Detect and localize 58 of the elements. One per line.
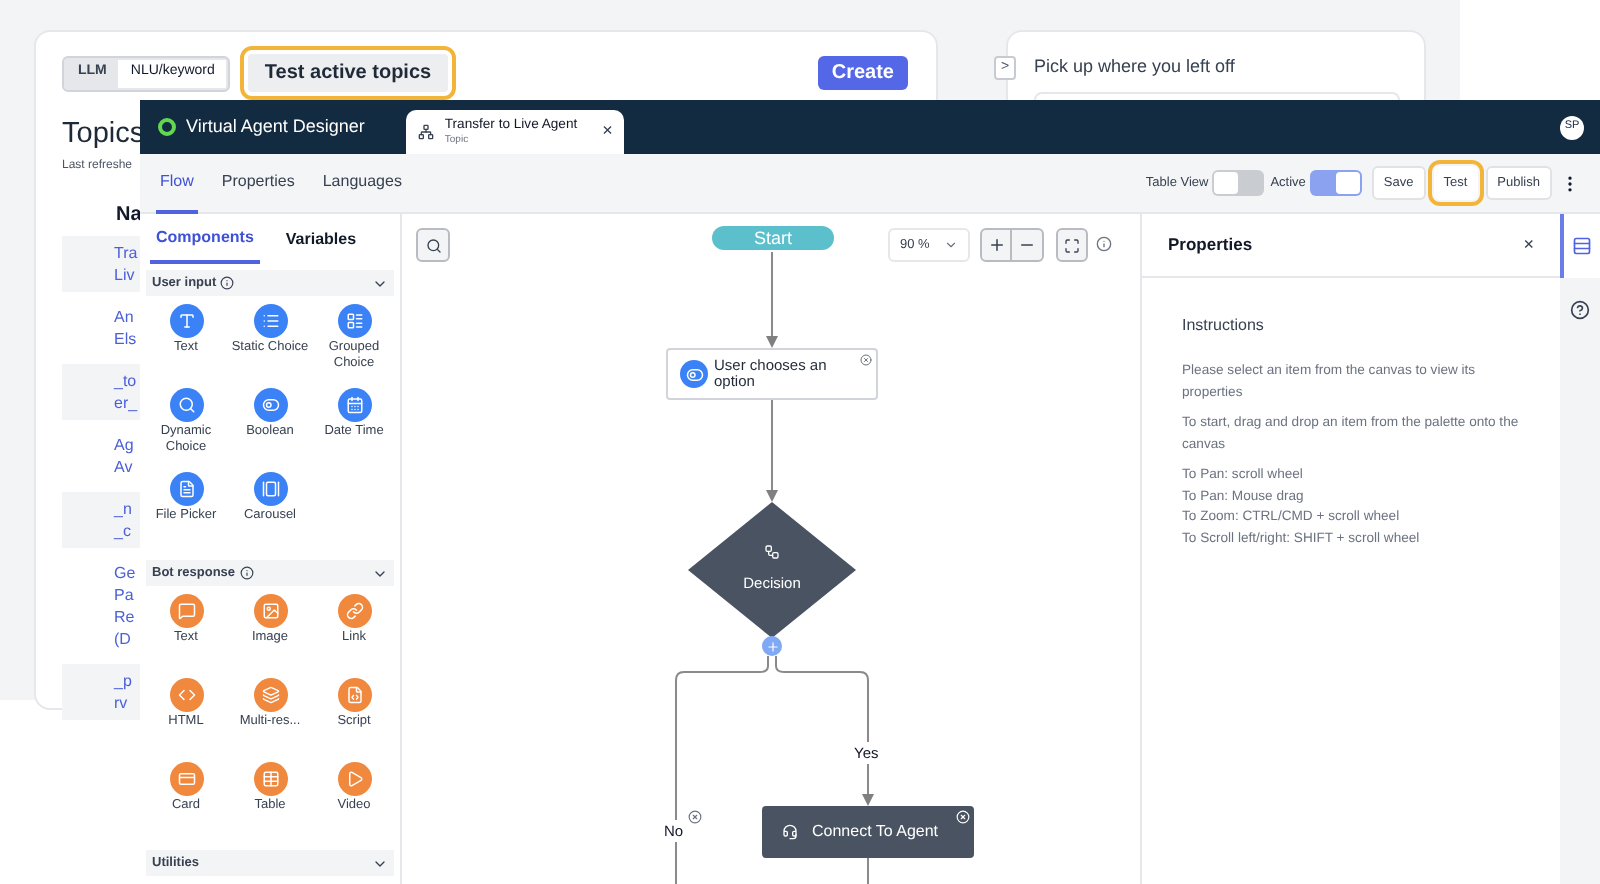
agent-node[interactable]: Connect To Agent: [762, 806, 974, 858]
topic-link[interactable]: Ag: [114, 434, 134, 456]
topic-link[interactable]: (D: [114, 628, 131, 650]
app-title: Virtual Agent Designer: [186, 113, 365, 140]
name-column-header: Na: [116, 202, 144, 230]
topic-link[interactable]: Liv: [114, 264, 135, 286]
close-button[interactable]: ×: [1523, 231, 1534, 259]
rows-icon: [1572, 236, 1592, 256]
agent-icon: [782, 824, 798, 840]
remove-icon[interactable]: [688, 810, 702, 824]
panel-title: Properties: [1168, 232, 1253, 258]
search-icon: [425, 237, 441, 253]
toggle-switch[interactable]: [1309, 170, 1362, 196]
chevron-down-icon: [944, 238, 958, 252]
nav-tab[interactable]: Languages: [318, 153, 406, 213]
topic-link[interactable]: _p: [114, 670, 132, 692]
topic-link[interactable]: Els: [114, 328, 137, 350]
topic-link[interactable]: Ge: [114, 562, 136, 584]
create-button[interactable]: Create: [817, 56, 908, 90]
topic-link[interactable]: Av: [114, 456, 133, 478]
close-tab-button[interactable]: ×: [602, 118, 613, 146]
branch-icon: [764, 544, 780, 561]
plus-icon: [987, 236, 1005, 254]
zoom-in-button[interactable]: [980, 228, 1012, 262]
topic-row[interactable]: Tra Liv: [62, 236, 140, 292]
test-active-topics-button[interactable]: Test active topics: [248, 54, 448, 92]
topic-link[interactable]: _n: [114, 498, 132, 520]
zoom-out-button[interactable]: [1012, 228, 1044, 262]
connector-line: [867, 857, 869, 884]
help-icon: [1570, 300, 1590, 320]
resume-title: Pick up where you left off: [1034, 54, 1237, 80]
topic-link[interactable]: Tra: [114, 242, 138, 264]
topic-row[interactable]: _to er_: [62, 364, 140, 420]
connector-line: [766, 399, 778, 502]
topic-link[interactable]: er_: [114, 392, 138, 414]
nav-tab[interactable]: Properties: [217, 153, 299, 213]
topic-row[interactable]: _n _c: [62, 492, 140, 548]
instructions-heading: Instructions: [1182, 314, 1266, 338]
topic-row[interactable]: _p rv: [62, 664, 140, 720]
topic-link[interactable]: An: [114, 306, 134, 328]
logo-icon: [158, 118, 176, 136]
remove-icon[interactable]: [860, 354, 872, 366]
connector-line: [766, 251, 778, 348]
topic-link[interactable]: Re: [114, 606, 135, 628]
fit-screen-button[interactable]: [1056, 228, 1088, 262]
search-button[interactable]: [416, 228, 450, 262]
panel-tab[interactable]: Components: [150, 214, 260, 264]
topic-icon: [418, 124, 435, 140]
fit-screen-icon: [1064, 237, 1080, 253]
node-label: Connect To Agent: [812, 820, 939, 844]
info-icon[interactable]: [1096, 236, 1112, 252]
panel-tab[interactable]: Variables: [279, 214, 363, 264]
toggle-switch[interactable]: [1212, 170, 1265, 196]
topic-link[interactable]: rv: [114, 692, 128, 714]
topic-link[interactable]: _to: [114, 370, 137, 392]
boolean-icon: [680, 360, 708, 388]
topic-link[interactable]: _c: [114, 520, 131, 542]
topic-link[interactable]: Pa: [114, 584, 134, 606]
